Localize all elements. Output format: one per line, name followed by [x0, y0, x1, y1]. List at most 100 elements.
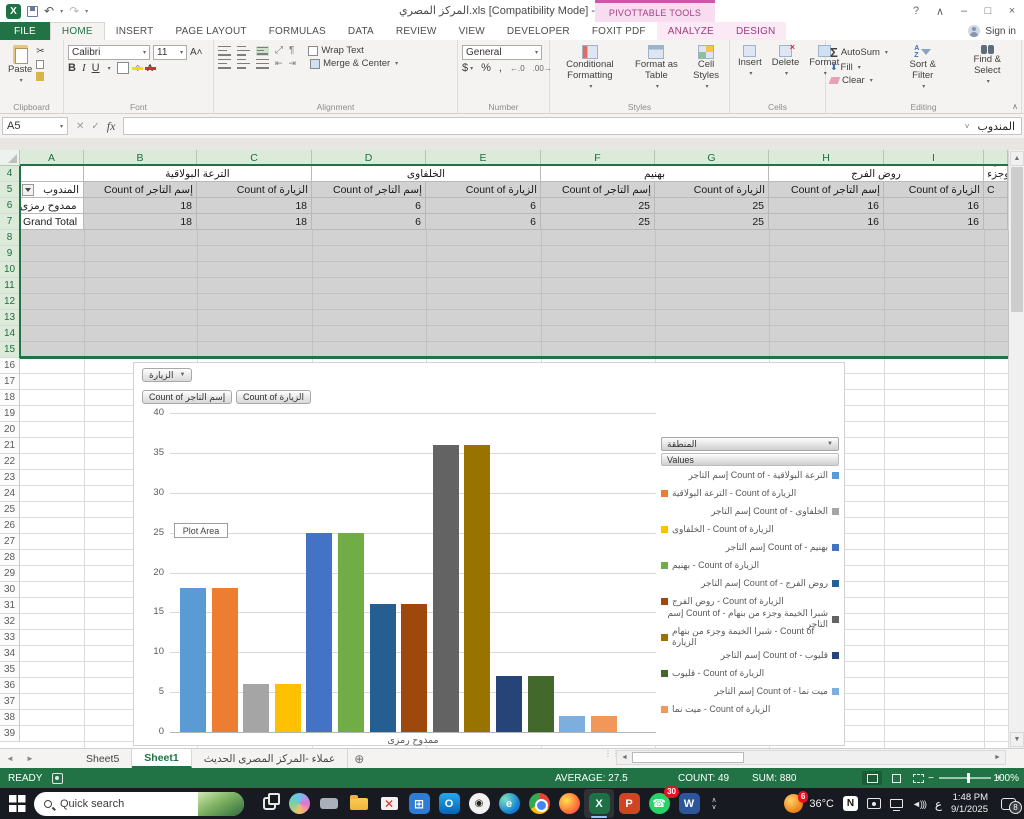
comma-format-button[interactable]: ,: [499, 62, 502, 74]
pivot-value-cell[interactable]: 16: [769, 214, 884, 230]
row-header-28[interactable]: 28: [0, 550, 20, 566]
row-header-6[interactable]: 6: [0, 198, 20, 214]
ribbon-tab-review[interactable]: REVIEW: [385, 22, 448, 40]
row-header-32[interactable]: 32: [0, 614, 20, 630]
pivot-value-header[interactable]: Count of إسم التاجر: [312, 182, 426, 198]
row-header-9[interactable]: 9: [0, 246, 20, 262]
pivot-row-field-cell[interactable]: المندوب: [20, 182, 84, 198]
row-header-38[interactable]: 38: [0, 710, 20, 726]
row-header-10[interactable]: 10: [0, 262, 20, 278]
format-as-table-button[interactable]: Format as Table ▾: [630, 43, 683, 101]
ribbon-tab-developer[interactable]: DEVELOPER: [496, 22, 581, 40]
row-header-35[interactable]: 35: [0, 662, 20, 678]
row-header-31[interactable]: 31: [0, 598, 20, 614]
pivot-value-header[interactable]: Count of إسم التاجر: [769, 182, 884, 198]
fill-button[interactable]: ⬇ Fill ▾: [830, 62, 888, 73]
pivot-value-cell[interactable]: 18: [84, 198, 197, 214]
row-header-4[interactable]: 4: [0, 166, 20, 182]
taskbar-app-whatsapp[interactable]: ☎ 30: [644, 786, 679, 818]
volume-tray-icon[interactable]: ◄))): [912, 799, 927, 809]
legend-item[interactable]: الترعة البولاقية - Count of الزيارة: [661, 484, 839, 502]
legend-item[interactable]: ميت نما - Count of إسم التاجر: [661, 682, 839, 700]
taskbar-app-powerpoint[interactable]: P: [614, 789, 644, 818]
taskbar-search[interactable]: Quick search: [34, 791, 244, 816]
taskbar-app-firefox[interactable]: [554, 789, 584, 818]
taskbar-app-outlook[interactable]: O: [434, 789, 464, 818]
font-name-combo[interactable]: Calibri ▾: [68, 45, 150, 60]
horizontal-scroll-thumb[interactable]: [632, 752, 744, 763]
autosum-button[interactable]: Σ AutoSum ▾: [830, 45, 888, 60]
notion-tray-icon[interactable]: N: [842, 796, 858, 811]
chart-bar[interactable]: [180, 588, 206, 732]
pivot-region-header[interactable]: روض الفرج: [769, 166, 984, 182]
cell-styles-button[interactable]: Cell Styles ▾: [687, 43, 725, 101]
pivot-value-cell[interactable]: 16: [884, 198, 984, 214]
decrease-indent-icon[interactable]: ⇤: [275, 58, 283, 69]
row-header-27[interactable]: 27: [0, 534, 20, 550]
grow-font-icon[interactable]: A˄: [190, 47, 203, 58]
underline-dropdown-icon[interactable]: ▾: [108, 65, 111, 72]
cell-A4[interactable]: [20, 166, 84, 182]
pivot-chart[interactable]: الزيارة ▼ Count of إسم التاجر Count of ال…: [133, 362, 845, 746]
ribbon-tab-view[interactable]: VIEW: [448, 22, 496, 40]
vertical-scrollbar[interactable]: ▲ ▼: [1008, 150, 1024, 748]
paste-button[interactable]: Paste ▾: [4, 43, 36, 86]
collapse-ribbon-icon[interactable]: ∧: [1012, 102, 1018, 111]
fill-color-icon[interactable]: ◇: [132, 64, 144, 72]
bold-button[interactable]: B: [68, 62, 76, 74]
chart-bar[interactable]: [527, 676, 554, 732]
sheet-tab-sheet1[interactable]: Sheet1: [132, 749, 192, 768]
row-header-7[interactable]: 7: [0, 214, 20, 230]
chart-field-button-2[interactable]: Count of الزيارة: [236, 390, 312, 404]
font-color-icon[interactable]: A: [144, 63, 156, 73]
chart-bar[interactable]: [369, 604, 396, 732]
redo-icon[interactable]: ↷: [69, 4, 79, 18]
align-right-icon[interactable]: [256, 58, 269, 69]
horizontal-scrollbar[interactable]: ◄ ►: [616, 750, 1006, 765]
pivot-value-cell[interactable]: 6: [312, 214, 426, 230]
row-header-29[interactable]: 29: [0, 566, 20, 582]
vertical-scroll-thumb[interactable]: [1011, 167, 1023, 312]
formula-bar-expand-icon[interactable]: ˅: [965, 122, 970, 131]
row-header-19[interactable]: 19: [0, 406, 20, 422]
chart-bar[interactable]: [306, 532, 333, 732]
row-header-8[interactable]: 8: [0, 230, 20, 246]
row-header-36[interactable]: 36: [0, 678, 20, 694]
percent-format-button[interactable]: %: [481, 62, 491, 74]
row-header-11[interactable]: 11: [0, 278, 20, 294]
taskbar-app-store[interactable]: ⊞: [404, 789, 434, 818]
name-box-dropdown-icon[interactable]: ▾: [60, 123, 63, 130]
legend-item[interactable]: بهنيم - Count of إسم التاجر: [661, 538, 839, 556]
delete-cells-button[interactable]: × Delete ▾: [768, 42, 803, 101]
format-painter-icon[interactable]: [36, 72, 45, 81]
chart-bar[interactable]: [211, 588, 238, 732]
pivot-value-header[interactable]: C: [984, 182, 1008, 198]
insert-function-icon[interactable]: fx: [107, 119, 116, 134]
row-header-26[interactable]: 26: [0, 518, 20, 534]
page-layout-view-button[interactable]: [886, 771, 906, 785]
taskbar-app-book-blocked[interactable]: ✕: [374, 789, 404, 818]
conditional-formatting-button[interactable]: Conditional Formatting ▾: [554, 43, 626, 101]
weather-widget[interactable]: 6 36°C: [784, 791, 834, 813]
chart-filter-button[interactable]: الزيارة ▼: [142, 368, 193, 382]
chart-field-button-1[interactable]: Count of إسم التاجر: [142, 390, 233, 404]
new-sheet-button[interactable]: ⊕: [348, 749, 370, 768]
insert-cells-button[interactable]: Insert ▾: [734, 43, 766, 101]
sort-filter-button[interactable]: AZ Sort & Filter ▾: [896, 43, 950, 101]
minimize-button[interactable]: –: [952, 0, 976, 22]
taskbar-app-drive[interactable]: [314, 789, 344, 818]
zoom-slider[interactable]: [938, 773, 991, 783]
taskbar-overflow-icons[interactable]: ∧ ∨: [704, 797, 724, 811]
row-header-34[interactable]: 34: [0, 646, 20, 662]
legend-item[interactable]: قليوب - Count of الزيارة: [661, 664, 839, 682]
name-box[interactable]: A5 ▾: [2, 117, 68, 135]
row-header-21[interactable]: 21: [0, 438, 20, 454]
wrap-text-button[interactable]: Wrap Text: [308, 45, 364, 56]
legend-item[interactable]: الترعة البولاقية - Count of إسم التاجر: [661, 466, 839, 484]
pivot-value-cell[interactable]: 25: [655, 214, 769, 230]
pivot-region-header[interactable]: الخلفاوى: [312, 166, 541, 182]
row-header-39[interactable]: 39: [0, 726, 20, 742]
zoom-slider-thumb[interactable]: [966, 773, 970, 783]
normal-view-button[interactable]: [862, 771, 882, 785]
taskbar-app-edge[interactable]: e: [494, 789, 524, 818]
